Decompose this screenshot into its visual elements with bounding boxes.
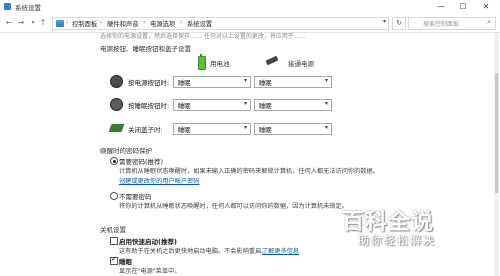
address-dropdown-icon[interactable]: ▾ — [383, 18, 386, 25]
section-heading-power-buttons: 电源按钮、睡眠按钮和盖子设置 — [100, 45, 191, 53]
power-icon — [110, 75, 123, 88]
back-arrow-icon[interactable]: ← — [4, 17, 14, 29]
select-value: 睡眠 — [259, 80, 272, 87]
fast-startup-checkbox[interactable] — [110, 237, 118, 245]
vertical-scrollbar[interactable] — [494, 33, 499, 276]
no-password-description: 将你的计算机从睡眠状态唤醒时，任何人都可以访问你的数据，因为计算机未锁定。 — [119, 203, 348, 210]
sleep-button-label: 按睡眠按钮时: — [128, 102, 170, 110]
chevron-down-icon: ▾ — [243, 100, 247, 107]
select-value: 睡眠 — [178, 80, 191, 87]
chevron-down-icon: ▾ — [324, 124, 328, 131]
maximize-button[interactable]: ☐ — [452, 0, 474, 14]
forward-arrow-icon[interactable]: → — [16, 17, 26, 29]
control-panel-icon — [56, 20, 64, 27]
breadcrumb-hardware-sound[interactable]: 硬件和声音 — [107, 19, 138, 28]
breadcrumb-system-settings[interactable]: 系统设置 — [187, 19, 212, 28]
learn-more-link[interactable]: 了解更多信息 — [262, 246, 299, 255]
up-arrow-icon[interactable]: ↑ — [38, 17, 48, 29]
minimize-button[interactable]: — — [430, 0, 452, 14]
power-button-label: 按电源按钮时: — [128, 79, 170, 87]
breadcrumb-separator: › — [66, 19, 69, 26]
column-on-battery: 用电池 — [210, 60, 230, 68]
search-icon[interactable]: ⌕ — [487, 18, 491, 27]
watermark-slogan: 助你轻松解决 — [358, 234, 436, 247]
window-title: 系统设置 — [15, 4, 41, 12]
close-lid-plugged-select[interactable]: 睡眠 ▾ — [254, 123, 332, 135]
select-value: 睡眠 — [178, 127, 191, 134]
sleep-label[interactable]: 睡眠 — [119, 256, 132, 266]
breadcrumb-separator: › — [143, 19, 146, 26]
close-lid-battery-select[interactable]: 睡眠 ▾ — [173, 123, 251, 135]
section-heading-wake-password: 唤醒时的密码保护 — [100, 147, 152, 155]
power-button-plugged-select[interactable]: 睡眠 ▾ — [254, 76, 332, 88]
breadcrumb-separator: › — [180, 19, 183, 26]
change-password-link[interactable]: 创建或更改你的用户帐户密码 — [119, 176, 199, 185]
sleep-button-battery-select[interactable]: 睡眠 ▾ — [173, 99, 251, 111]
chevron-down-icon: ▾ — [243, 77, 247, 84]
search-input[interactable]: 搜索控制面板 ⌕ — [408, 17, 496, 30]
no-password-radio[interactable] — [110, 192, 118, 200]
require-password-radio[interactable] — [110, 157, 118, 165]
column-plugged-in: 接通电源 — [288, 60, 314, 68]
lid-icon — [108, 124, 125, 132]
select-value: 睡眠 — [259, 103, 272, 110]
plug-icon — [265, 55, 279, 66]
section-heading-shutdown: 关机设置 — [100, 226, 126, 234]
breadcrumb-power-options[interactable]: 电源选项 — [150, 19, 175, 28]
search-placeholder: 搜索控制面板 — [423, 21, 460, 28]
close-lid-label: 关闭盖子时: — [128, 126, 163, 134]
select-value: 睡眠 — [178, 103, 191, 110]
sleep-description: 显示在"电源"菜单中。 — [119, 268, 181, 275]
require-password-description: 计算机从睡眠状态唤醒时，如果未输入正确的密码来解锁计算机，任何人都无法访问你的数… — [119, 168, 379, 175]
require-password-label[interactable]: 需要密码(推荐) — [119, 156, 163, 166]
fast-startup-label[interactable]: 启用快速启动(推荐) — [119, 236, 177, 246]
chevron-down-icon: ▾ — [324, 77, 328, 84]
intro-text: 选择你的电源设置，然后选择保存…… 任何对以上设置的更改，将应用于…… — [100, 33, 306, 40]
sleep-button-plugged-select[interactable]: 睡眠 ▾ — [254, 99, 332, 111]
history-dropdown-icon[interactable]: ▾ — [28, 17, 38, 29]
chevron-down-icon: ▾ — [243, 124, 247, 131]
control-panel-icon — [4, 3, 11, 10]
address-bar[interactable]: › 控制面板 › 硬件和声音 › 电源选项 › 系统设置 ▾ — [52, 17, 389, 30]
power-button-battery-select[interactable]: 睡眠 ▾ — [173, 76, 251, 88]
scrollbar-thumb[interactable] — [495, 73, 498, 193]
sleep-checkbox[interactable] — [110, 255, 118, 265]
sleep-icon — [110, 98, 123, 111]
title-bar: 系统设置 — ☐ ✕ — [0, 0, 500, 14]
battery-icon — [198, 54, 206, 70]
close-button[interactable]: ✕ — [475, 0, 497, 14]
fast-startup-description: 这有助于在关机之后更快地启动电脑。不会影响重启。 — [119, 248, 268, 255]
refresh-icon[interactable]: ↻ — [392, 17, 406, 30]
breadcrumb-control-panel[interactable]: 控制面板 — [72, 19, 97, 28]
select-value: 睡眠 — [259, 127, 272, 134]
no-password-label[interactable]: 不需要密码 — [119, 191, 152, 201]
chevron-down-icon: ▾ — [324, 100, 328, 107]
breadcrumb-separator: › — [100, 19, 103, 26]
